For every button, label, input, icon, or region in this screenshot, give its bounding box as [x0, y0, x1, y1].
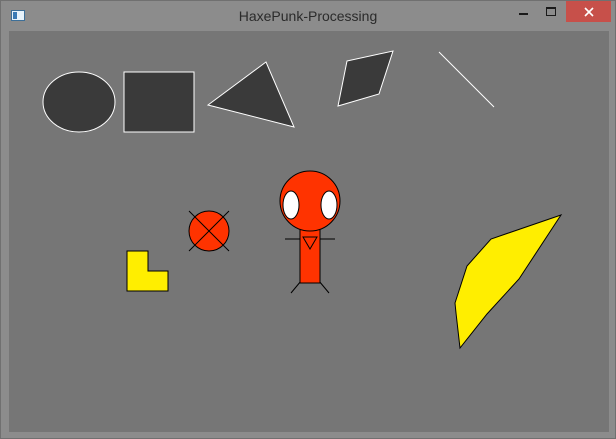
robot-right-eye: [320, 190, 338, 220]
minimize-icon: [518, 13, 528, 15]
minimize-button[interactable]: [509, 1, 537, 22]
robot-figure: [279, 170, 341, 294]
drawing-canvas[interactable]: [9, 31, 609, 432]
close-icon: [583, 6, 594, 17]
app-window: HaxePunk-Processing: [0, 0, 616, 439]
robot-left-eye: [282, 190, 300, 220]
rectangle-shape: [123, 71, 195, 133]
crossed-circle: [188, 210, 230, 252]
maximize-button[interactable]: [537, 1, 565, 22]
stage: [42, 50, 563, 350]
close-button[interactable]: [566, 1, 611, 22]
triangle-shape: [206, 61, 295, 128]
l-shape: [126, 250, 169, 292]
title-bar[interactable]: HaxePunk-Processing: [1, 1, 615, 31]
ellipse-shape: [42, 71, 116, 133]
yellow-curve-shape: [454, 214, 563, 350]
maximize-icon: [546, 7, 556, 16]
line-shape: [438, 51, 495, 108]
quad-shape: [337, 50, 394, 107]
